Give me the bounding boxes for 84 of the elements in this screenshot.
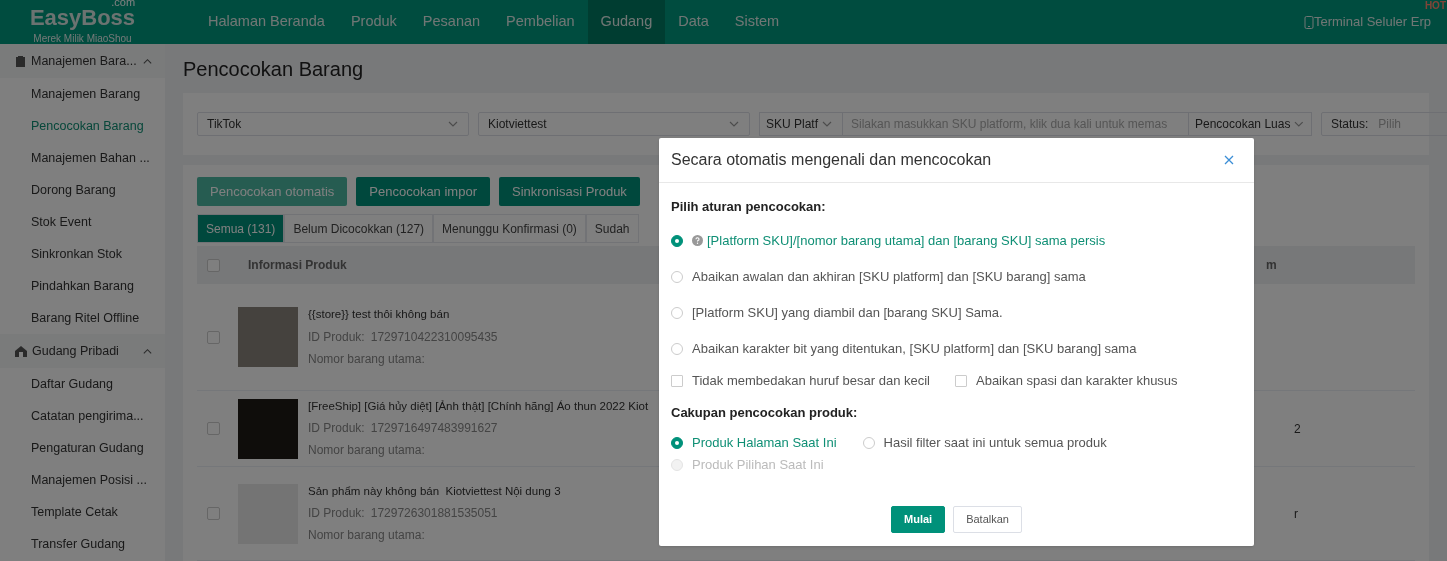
action-button[interactable]: Sinkronisasi Produk bbox=[498, 177, 640, 206]
section-heading: Cakupan pencocokan produk: bbox=[671, 403, 859, 422]
product-title[interactable]: {{store}} test thôi không bán bbox=[308, 306, 450, 324]
sidebar-item[interactable]: Stok Event bbox=[0, 206, 165, 238]
option-label[interactable]: Hasil filter saat ini untuk semua produk bbox=[883, 433, 1107, 453]
sidebar-item[interactable]: Pencocokan Barang bbox=[0, 110, 165, 142]
id-label: ID Produk: bbox=[308, 505, 365, 523]
product-id: 1729716497483991627 bbox=[370, 420, 498, 438]
sidebar-item[interactable]: Transfer Gudang bbox=[0, 528, 165, 560]
select-value: Kiotviettest bbox=[488, 116, 547, 133]
select-value: Pencocokan Luas bbox=[1195, 116, 1291, 133]
sidebar-group[interactable]: Manajemen Bara... bbox=[0, 44, 165, 78]
row-checkbox[interactable] bbox=[207, 330, 220, 344]
radio-button[interactable] bbox=[862, 437, 875, 449]
product-title[interactable]: [FreeShip] [Giá hủy diệt] [Ảnh thật] [Chính hãng] Áo thun 2022 Kiot bbox=[308, 397, 649, 416]
sidebar-item[interactable]: Pengaturan Gudang bbox=[0, 432, 165, 464]
checkbox[interactable] bbox=[955, 374, 967, 387]
table-cell-text: r bbox=[1294, 505, 1298, 523]
row-checkbox[interactable] bbox=[207, 422, 220, 435]
hot-label: HOT bbox=[1424, 1, 1446, 11]
sidebar-group[interactable]: Gudang Pribadi bbox=[0, 334, 165, 368]
start-button[interactable]: Mulai bbox=[891, 506, 946, 533]
checkbox-label[interactable]: Tidak membedakan huruf besar dan kecil bbox=[692, 370, 930, 391]
sidebar-item[interactable]: Pindahkan Barang bbox=[0, 270, 165, 302]
cancel-button[interactable]: Batalkan bbox=[953, 506, 1022, 533]
radio-button[interactable] bbox=[671, 234, 683, 247]
clipboard-icon bbox=[15, 55, 26, 67]
main-sku-label: Nomor barang utama: bbox=[308, 527, 425, 545]
filter-tab[interactable]: Sudah bbox=[585, 214, 639, 243]
photo-placeholder bbox=[238, 398, 298, 459]
option-label[interactable]: Produk Halaman Saat Ini bbox=[692, 433, 837, 453]
checkbox[interactable] bbox=[671, 374, 683, 387]
table-cell-text: 2 bbox=[1294, 420, 1301, 438]
select-value: SKU Platf bbox=[766, 116, 819, 133]
sidebar-item[interactable]: Manajemen Barang bbox=[0, 78, 165, 110]
sidebar-item[interactable]: Manajemen Bahan ... bbox=[0, 142, 165, 174]
select-value: TikTok bbox=[207, 116, 242, 133]
logo-suffix: .com bbox=[111, 0, 136, 8]
product-id: 1729726301881535051 bbox=[370, 505, 498, 523]
platform-select[interactable]: TikTok bbox=[197, 112, 469, 136]
sidebar-item[interactable]: Catatan pengirima... bbox=[0, 400, 165, 432]
logo-tagline: Merek Milik MiaoShou bbox=[33, 31, 132, 46]
platform-select[interactable]: Kiotviettest bbox=[478, 112, 750, 136]
filter-tab[interactable]: Semua (131) bbox=[197, 214, 285, 243]
option-label[interactable]: [Platform SKU]/[nomor barang utama] dan [barang SKU] sama persis bbox=[707, 230, 1106, 251]
option-label[interactable]: Abaikan karakter bit yang ditentukan, [SKU platform] dan [SKU barang] sama bbox=[692, 338, 1137, 359]
close-icon bbox=[1224, 155, 1234, 165]
house-icon bbox=[15, 345, 27, 357]
radio-button[interactable] bbox=[671, 306, 683, 319]
row-checkbox[interactable] bbox=[207, 507, 220, 520]
checkbox-label[interactable]: Abaikan spasi dan karakter khusus bbox=[976, 370, 1178, 391]
column-header: m bbox=[1266, 257, 1277, 274]
filter-tab[interactable]: Menunggu Konfirmasi (0) bbox=[433, 214, 586, 243]
sidebar-item[interactable]: Barang Ritel Offline bbox=[0, 302, 165, 334]
section-heading: Pilih aturan pencocokan: bbox=[671, 198, 827, 216]
main-sku-label: Nomor barang utama: bbox=[308, 350, 425, 368]
logo: EasyBoss bbox=[29, 6, 136, 29]
dialog-title: Secara otomatis mengenali dan mencocokan bbox=[671, 150, 992, 170]
product-title[interactable]: Sản phẩm này không bán Kiotviettest Nội dung 3 bbox=[308, 482, 561, 501]
photo-placeholder bbox=[238, 307, 298, 367]
sidebar-item[interactable]: Template Cetak bbox=[0, 496, 165, 528]
column-header: Informasi Produk bbox=[248, 257, 348, 274]
product-id: 1729710422310095435 bbox=[370, 328, 498, 346]
sku-type-select[interactable]: SKU Platf bbox=[759, 112, 843, 136]
sidebar-item[interactable]: Sinkronkan Stok bbox=[0, 238, 165, 270]
sidebar-item[interactable]: Manajemen Posisi ... bbox=[0, 464, 165, 496]
phone-icon bbox=[1303, 15, 1314, 29]
radio-button[interactable] bbox=[671, 342, 683, 355]
id-label: ID Produk: bbox=[308, 328, 365, 346]
select-all-checkbox[interactable] bbox=[207, 258, 220, 272]
sidebar-item[interactable]: Dorong Barang bbox=[0, 174, 165, 206]
status-label: Status: bbox=[1331, 116, 1369, 133]
sidebar-item[interactable]: Daftar Gudang bbox=[0, 368, 165, 400]
action-button[interactable]: Pencocokan impor bbox=[356, 177, 490, 206]
id-label: ID Produk: bbox=[308, 420, 365, 438]
option-label[interactable]: [Platform SKU] yang diambil dan [barang SKU] Sama. bbox=[692, 302, 1003, 323]
page-title: Pencocokan Barang bbox=[183, 56, 365, 82]
main-sku-label: Nomor barang utama: bbox=[308, 442, 425, 460]
nav-tab[interactable]: Gudang bbox=[587, 0, 666, 44]
radio-button[interactable] bbox=[671, 437, 683, 449]
match-mode-select[interactable]: Pencocokan Luas bbox=[1188, 112, 1312, 136]
option-label[interactable]: Abaikan awalan dan akhiran [SKU platform] dan [SKU barang] sama bbox=[692, 266, 1086, 287]
radio-button[interactable] bbox=[671, 270, 683, 283]
filter-tab[interactable]: Belum Dicocokkan (127) bbox=[284, 214, 434, 243]
